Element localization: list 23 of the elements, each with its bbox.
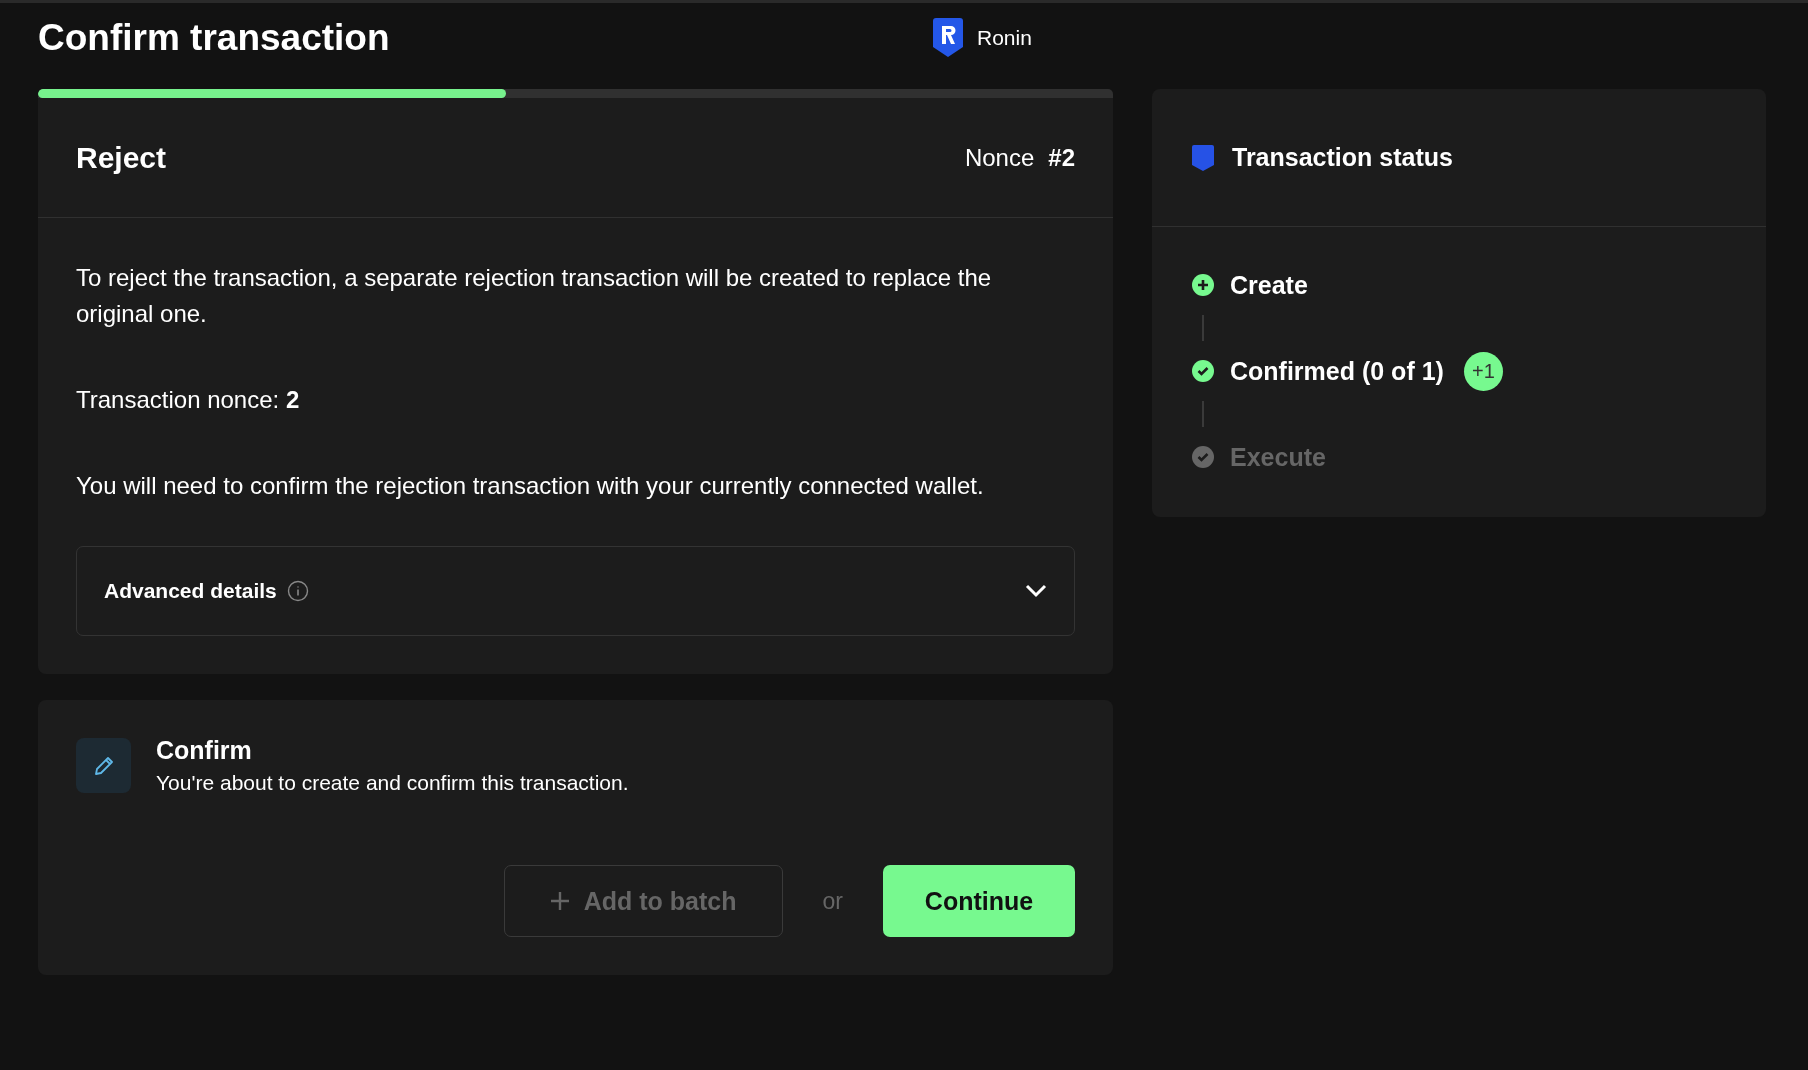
step-label: Confirmed (0 of 1) bbox=[1230, 356, 1444, 386]
confirm-title: Confirm bbox=[156, 736, 253, 765]
step-label: Execute bbox=[1230, 442, 1326, 472]
shield-logo-icon bbox=[933, 18, 963, 58]
shield-icon bbox=[1192, 144, 1214, 171]
chevron-icon bbox=[1025, 584, 1047, 598]
nonce-value: #2 bbox=[1048, 143, 1075, 172]
plus-icon bbox=[549, 891, 570, 911]
continue-button[interactable]: Continue bbox=[883, 865, 1075, 937]
description-text: To reject the transaction, a separate rejection transaction will be created to replace the original one. bbox=[76, 263, 993, 329]
description-text: Transaction nonce: 2 bbox=[76, 385, 301, 415]
or-separator: or bbox=[822, 887, 843, 915]
panel-title: Transaction status bbox=[1232, 143, 1453, 172]
advanced-details-toggle[interactable]: Advanced details bbox=[76, 546, 1075, 636]
card-title: Reject bbox=[76, 140, 167, 175]
step-label: Create bbox=[1230, 270, 1308, 300]
page-title: Confirm transaction bbox=[38, 17, 391, 59]
info-icon bbox=[286, 580, 309, 602]
description-text: You will need to confirm the rejection transaction with your currently connected wallet. bbox=[76, 471, 985, 501]
nonce-label: Nonce bbox=[964, 143, 1035, 172]
network-name: Ronin bbox=[977, 26, 1032, 50]
confirm-description: You're about to create and confirm this transaction. bbox=[156, 771, 629, 795]
signer-count-badge: +1 bbox=[1463, 351, 1503, 391]
